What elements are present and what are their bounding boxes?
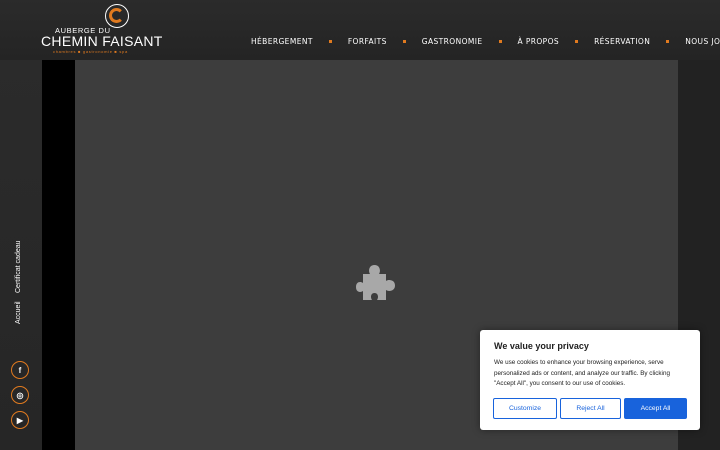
nav-separator	[575, 39, 579, 43]
nav-separator	[402, 39, 406, 43]
header-bar: AUBERGE DU CHEMIN FAISANT chambres ■ gas…	[0, 0, 720, 60]
left-sidebar: Certificat cadeau Accueil f ◎ ▶	[0, 60, 42, 450]
nav-separator	[498, 39, 502, 43]
cookie-consent-banner: We value your privacy We use cookies to …	[480, 330, 700, 430]
accept-all-button[interactable]: Accept All	[624, 398, 687, 419]
nav-item-a-propos[interactable]: À PROPOS	[518, 37, 560, 46]
nav-item-nous-joindre[interactable]: NOUS JOINDRE	[685, 37, 720, 46]
nav-item-forfaits[interactable]: FORFAITS	[348, 37, 387, 46]
main-nav: HÉBERGEMENT FORFAITS GASTRONOMIE À PROPO…	[251, 34, 720, 48]
instagram-icon[interactable]: ◎	[11, 386, 29, 404]
customize-button[interactable]: Customize	[493, 398, 557, 419]
site-logo[interactable]: AUBERGE DU CHEMIN FAISANT chambres ■ gas…	[40, 4, 162, 56]
puzzle-plugin-icon	[356, 265, 395, 300]
logo-emblem-icon	[105, 4, 129, 28]
youtube-icon[interactable]: ▶	[11, 411, 29, 429]
nav-item-reservation[interactable]: RÉSERVATION	[594, 37, 650, 46]
facebook-icon[interactable]: f	[11, 361, 29, 379]
cookie-title: We value your privacy	[494, 341, 589, 351]
logo-line-2: CHEMIN FAISANT	[41, 33, 163, 49]
nav-item-gastronomie[interactable]: GASTRONOMIE	[422, 37, 483, 46]
reject-all-button[interactable]: Reject All	[560, 398, 621, 419]
nav-separator	[328, 39, 332, 43]
cookie-description: We use cookies to enhance your browsing …	[494, 359, 670, 387]
gift-certificate-link[interactable]: Certificat cadeau	[15, 240, 22, 293]
home-link[interactable]: Accueil	[15, 301, 22, 324]
nav-item-hebergement[interactable]: HÉBERGEMENT	[251, 37, 313, 46]
nav-separator	[666, 39, 670, 43]
logo-tagline: chambres ■ gastronomie ■ spa	[53, 49, 128, 54]
